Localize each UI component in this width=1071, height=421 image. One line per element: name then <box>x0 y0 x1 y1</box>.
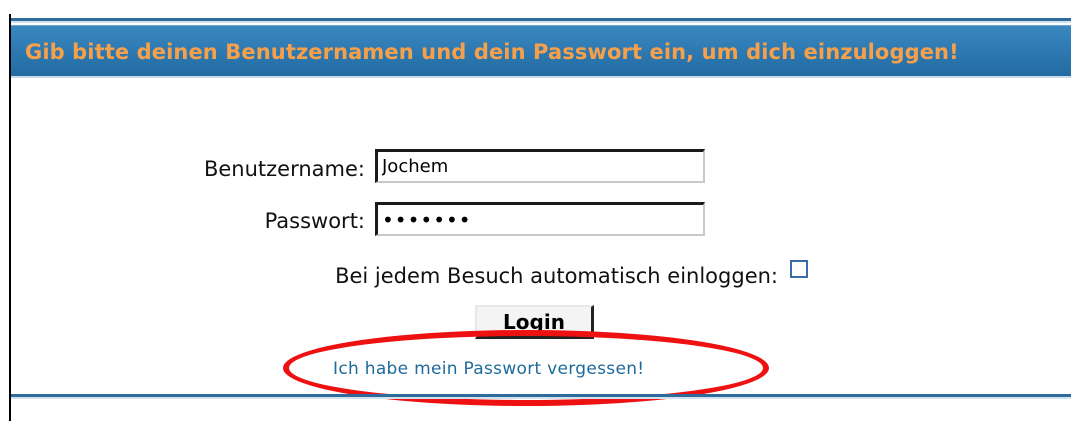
login-header: Gib bitte deinen Benutzernamen und dein … <box>11 25 1071 77</box>
top-divider-highlight <box>11 21 1071 23</box>
username-label: Benutzername: <box>203 157 365 181</box>
login-panel: Gib bitte deinen Benutzernamen und dein … <box>0 0 1071 421</box>
header-divider <box>11 76 1071 78</box>
password-input[interactable] <box>375 202 705 236</box>
login-header-title: Gib bitte deinen Benutzernamen und dein … <box>25 40 959 64</box>
autologin-checkbox[interactable] <box>790 260 808 278</box>
bottom-divider-highlight <box>11 397 1071 399</box>
autologin-label: Bei jedem Besuch automatisch einloggen: <box>335 264 778 288</box>
password-label: Passwort: <box>264 209 365 233</box>
username-input[interactable] <box>375 149 705 183</box>
login-button[interactable]: Login <box>475 305 594 339</box>
forgot-password-link[interactable]: Ich habe mein Passwort vergessen! <box>333 359 644 379</box>
